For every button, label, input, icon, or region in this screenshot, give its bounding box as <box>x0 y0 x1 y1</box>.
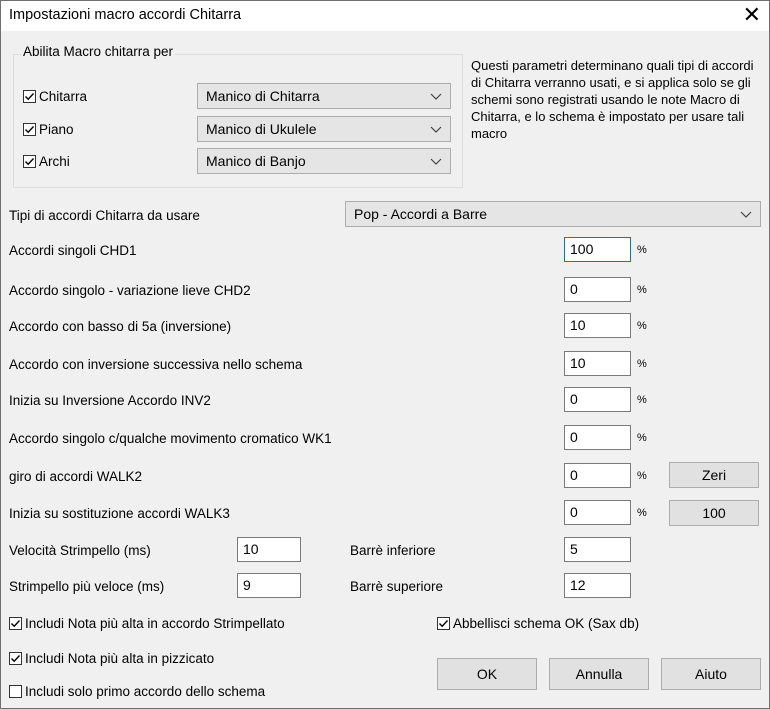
percent-label: Inizia su Inversione Accordo INV2 <box>9 393 211 408</box>
ok-button[interactable]: OK <box>437 658 537 690</box>
percent-input[interactable]: 0 <box>564 425 631 450</box>
percent-input[interactable]: 0 <box>564 387 631 412</box>
checkbox-top-note-strum[interactable]: Includi Nota più alta in accordo Strimpe… <box>9 616 285 631</box>
check-icon <box>9 652 22 665</box>
description-text: Questi parametri determinano quali tipi … <box>471 58 754 141</box>
chevron-down-icon <box>430 158 442 165</box>
percent-label: Accordo singolo c/qualche movimento crom… <box>9 431 332 446</box>
percent-label: Accordo con inversione successiva nello … <box>9 357 303 372</box>
percent-input[interactable]: 10 <box>564 313 631 338</box>
combo-value: Manico di Chitarra <box>206 88 320 104</box>
chord-type-label: Tipi di accordi Chitarra da usare <box>9 208 200 223</box>
chevron-down-icon <box>740 211 752 218</box>
check-icon <box>23 155 36 168</box>
dialog-window: Impostazioni macro accordi Chitarra ✕ Ab… <box>0 0 770 709</box>
chord-type-combo[interactable]: Pop - Accordi a Barre <box>345 201 761 227</box>
percent-label: Accordo con basso di 5a (inversione) <box>9 319 232 334</box>
help-button[interactable]: Aiuto <box>661 658 761 690</box>
group-label: Abilita Macro chitarra per <box>21 44 176 59</box>
window-title: Impostazioni macro accordi Chitarra <box>9 7 242 23</box>
checkbox-first-only[interactable]: Includi solo primo accordo dello schema <box>9 684 265 699</box>
combo-value: Manico di Banjo <box>206 153 306 169</box>
checkbox-label: Includi Nota più alta in accordo Strimpe… <box>25 616 285 631</box>
checkbox-archi[interactable]: Archi <box>23 154 70 169</box>
check-icon <box>437 617 450 630</box>
percent-label: giro di accordi WALK2 <box>9 469 143 484</box>
combo-value: Manico di Ukulele <box>206 121 317 137</box>
percent-sign: % <box>637 284 647 296</box>
checkbox-embellish[interactable]: Abbellisci schema OK (Sax db) <box>437 616 639 631</box>
combo-chitarra[interactable]: Manico di Chitarra <box>197 83 451 109</box>
check-icon <box>23 90 36 103</box>
checkbox-chitarra[interactable]: Chitarra <box>23 89 87 104</box>
combo-value: Pop - Accordi a Barre <box>354 206 488 222</box>
combo-piano[interactable]: Manico di Ukulele <box>197 116 451 142</box>
strum-speed-input[interactable]: 10 <box>237 537 301 562</box>
strum-faster-input[interactable]: 9 <box>237 573 301 598</box>
percent-sign: % <box>637 394 647 406</box>
barre-high-input[interactable]: 12 <box>564 573 631 598</box>
close-icon[interactable]: ✕ <box>743 2 761 28</box>
checkbox-label: Abbellisci schema OK (Sax db) <box>453 616 640 631</box>
checkbox-piano[interactable]: Piano <box>23 122 74 137</box>
strum-speed-label: Velocità Strimpello (ms) <box>9 543 151 558</box>
percent-sign: % <box>637 320 647 332</box>
checkbox-label: Chitarra <box>39 89 88 104</box>
checkbox-label: Includi solo primo accordo dello schema <box>25 684 266 699</box>
checkbox-label: Includi Nota più alta in pizzicato <box>25 651 215 666</box>
percent-sign: % <box>637 432 647 444</box>
check-icon <box>9 617 22 630</box>
percent-input[interactable]: 0 <box>564 277 631 302</box>
strum-faster-label: Strimpello più veloce (ms) <box>9 579 165 594</box>
check-icon <box>23 123 36 136</box>
percent-label: Accordo singolo - variazione lieve CHD2 <box>9 283 251 298</box>
checkbox-label: Archi <box>39 154 70 169</box>
barre-high-label: Barrè superiore <box>350 579 444 594</box>
chevron-down-icon <box>430 93 442 100</box>
checkbox-label: Piano <box>39 122 74 137</box>
combo-archi[interactable]: Manico di Banjo <box>197 148 451 174</box>
percent-sign: % <box>637 244 647 256</box>
hundred-button[interactable]: 100 <box>669 500 759 526</box>
percent-sign: % <box>637 470 647 482</box>
percent-label: Accordi singoli CHD1 <box>9 243 137 258</box>
percent-input[interactable]: 10 <box>564 351 631 376</box>
percent-input[interactable]: 100 <box>564 237 631 262</box>
barre-low-label: Barrè inferiore <box>350 543 436 558</box>
barre-low-input[interactable]: 5 <box>564 537 631 562</box>
percent-input[interactable]: 0 <box>564 463 631 488</box>
checkbox-square <box>9 685 22 698</box>
percent-input[interactable]: 0 <box>564 500 631 525</box>
percent-sign: % <box>637 358 647 370</box>
percent-label: Inizia su sostituzione accordi WALK3 <box>9 506 230 521</box>
percent-sign: % <box>637 507 647 519</box>
cancel-button[interactable]: Annulla <box>549 658 649 690</box>
zeri-button[interactable]: Zeri <box>669 462 759 488</box>
chevron-down-icon <box>430 126 442 133</box>
checkbox-top-note-pluck[interactable]: Includi Nota più alta in pizzicato <box>9 651 214 666</box>
title-bar: Impostazioni macro accordi Chitarra ✕ <box>1 1 769 31</box>
